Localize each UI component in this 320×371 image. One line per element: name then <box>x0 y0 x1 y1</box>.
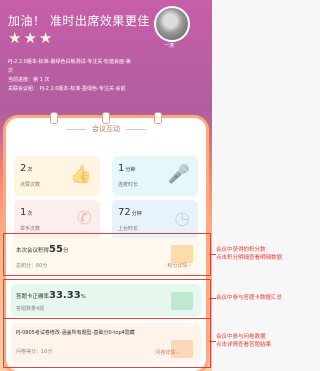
annotation-line: 点击详情查看答题结果 <box>216 342 272 348</box>
card-title: 会议互动 <box>6 124 206 134</box>
avatar <box>154 6 190 42</box>
stat-value: 1 <box>118 163 125 174</box>
binder-ring-icon <box>102 112 110 124</box>
info-line: 次 <box>8 68 14 74</box>
info-line: PJ-2.2.0版本-标准-最绿色白板测试-专注关-轮值会面-第 <box>8 59 131 65</box>
stat-label: 举手次数 <box>20 226 41 232</box>
star-icon: ★ <box>8 29 22 47</box>
annotation-score: 会议中获得的积分数 点击积分明细查看明细数据 <box>216 246 282 262</box>
microphone-icon: 🎤 <box>167 164 190 185</box>
annotation-line: 会议中参与答题卡数据汇总 <box>216 295 283 301</box>
connector-line <box>209 298 216 299</box>
phone-icon: ✆ <box>76 208 92 229</box>
stat-label: 点赞次数 <box>20 182 41 188</box>
rating-stars: ★ ★ ★ <box>8 30 52 46</box>
user-name: 一涛 <box>164 43 175 49</box>
stat-unit: 分钟 <box>131 211 142 217</box>
highlight-box-quiz <box>3 279 211 319</box>
thumbs-up-icon: 👍 <box>69 164 92 185</box>
headline: 加油！ 准时出席效果更佳 <box>8 14 150 28</box>
stat-label: 上台时长 <box>118 226 139 232</box>
annotation-line: 会议中参与问卷数据 <box>216 334 266 340</box>
binder-ring-icon <box>154 112 162 124</box>
star-icon: ★ <box>23 29 37 47</box>
stat-label: 连麦时长 <box>118 182 139 188</box>
stat-value: 72 <box>118 207 131 218</box>
annotation-line: 点击积分明细查看明细数据 <box>216 255 283 261</box>
annotation-quiz: 会议中参与答题卡数据汇总 <box>216 294 282 302</box>
stat-likes: 2次 点赞次数 👍 <box>14 156 100 196</box>
annotation-line: 会议中获得的积分数 <box>216 247 266 253</box>
connector-line <box>209 341 216 342</box>
clock-icon: ◷ <box>174 208 190 229</box>
stat-unit: 分钟 <box>125 167 136 173</box>
meeting-info: PJ-2.2.0版本-标准-最绿色白板测试-专注关-轮值会面-第 次 当前进度：… <box>8 58 204 94</box>
connector-line <box>209 254 216 255</box>
info-line: 当前进度：第 1 次 <box>8 77 50 83</box>
stat-mic: 1分钟 连麦时长 🎤 <box>112 156 198 196</box>
star-icon: ★ <box>38 29 53 47</box>
stat-value: 2 <box>20 163 27 174</box>
info-line: 关联会议组： PJ-2.2.0版本-标准-墨绿色-专注关-会前 <box>8 86 126 92</box>
stat-unit: 次 <box>27 211 33 217</box>
stat-value: 1 <box>20 207 27 218</box>
highlight-box-survey <box>3 318 211 368</box>
annotation-survey: 会议中参与问卷数据 点击详情查看答题结果 <box>216 333 271 349</box>
stat-unit: 次 <box>27 167 33 173</box>
highlight-box-score <box>3 233 211 276</box>
binder-ring-icon <box>50 112 58 124</box>
